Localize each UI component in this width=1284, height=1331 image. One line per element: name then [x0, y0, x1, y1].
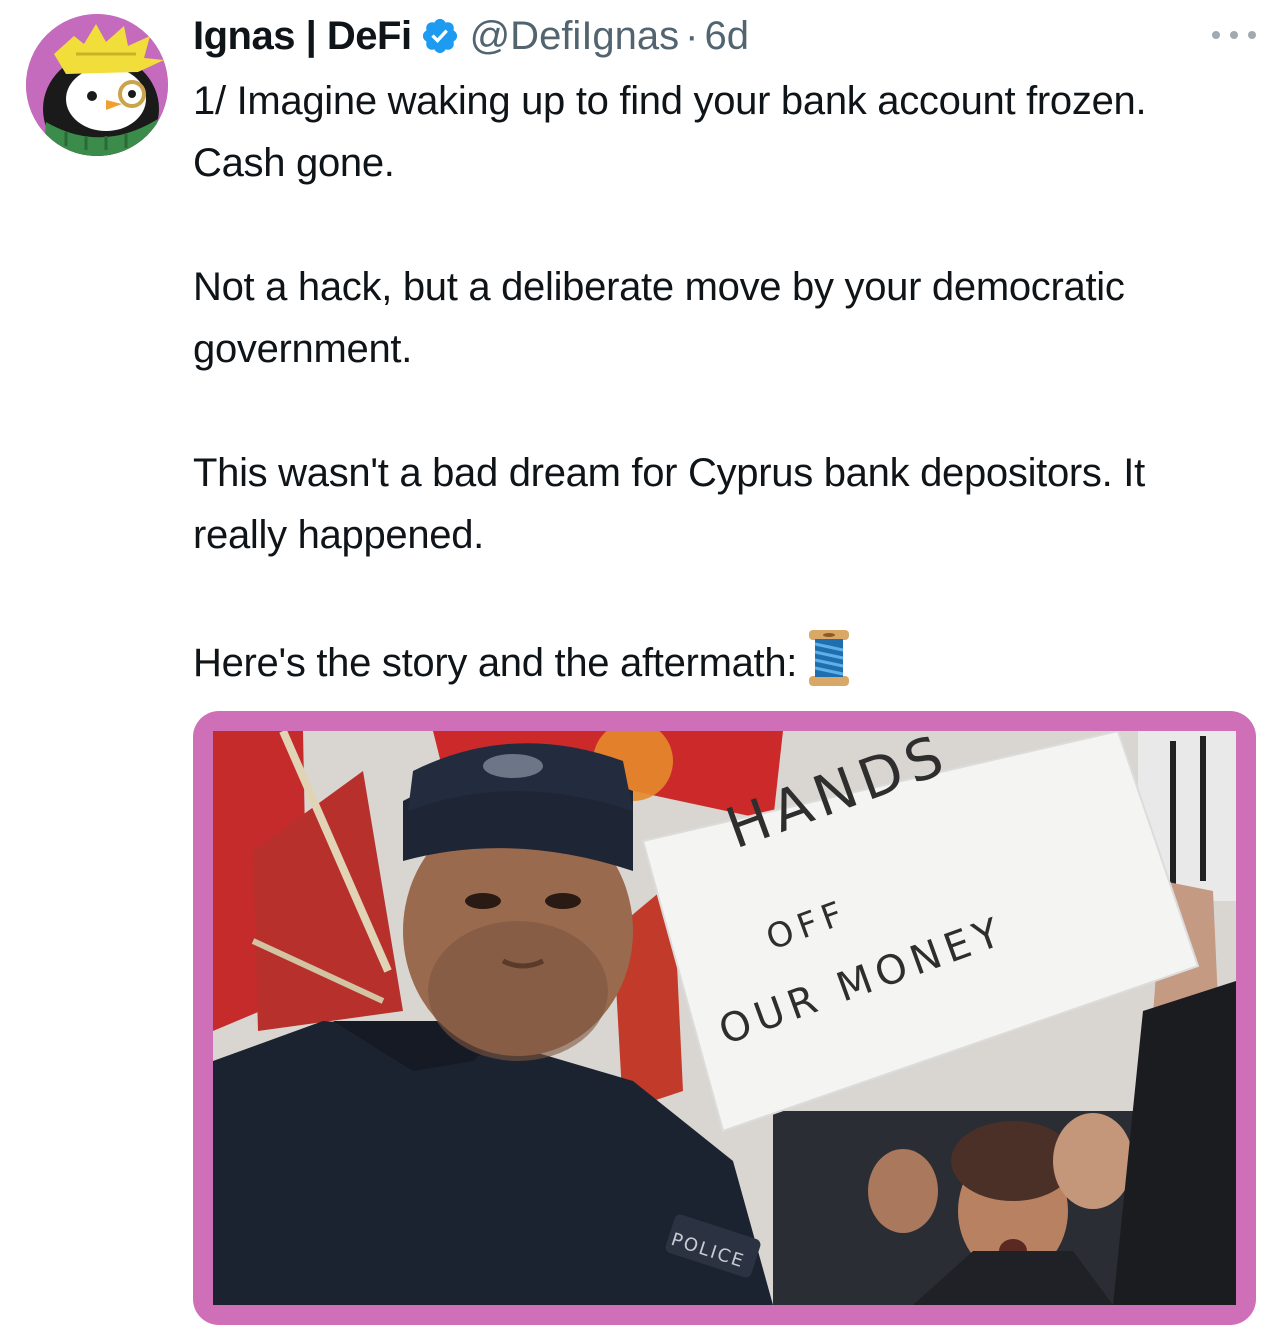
tweet-paragraph: This wasn't a bad dream for Cyprus bank … — [193, 451, 1145, 557]
tweet-paragraph: 1/ Imagine waking up to find your bank a… — [193, 79, 1147, 185]
verified-badge-icon — [420, 16, 460, 56]
protest-photo: HANDS OFF OUR MONEY POLICE — [213, 731, 1236, 1305]
author-handle[interactable]: @DefiIgnas — [470, 14, 680, 59]
author-display-name[interactable]: Ignas | DeFi — [193, 14, 412, 59]
tweet-body: 1/ Imagine waking up to find your bank a… — [193, 70, 1233, 694]
tweet-paragraph-last: Here's the story and the aftermath: — [193, 628, 1233, 694]
author-avatar[interactable] — [26, 14, 168, 156]
separator-dot: · — [685, 13, 699, 58]
penguin-avatar-icon — [26, 14, 168, 156]
spool-of-thread-icon — [807, 628, 851, 688]
tweet-header: Ignas | DeFi @DefiIgnas · 6d — [193, 10, 749, 62]
tweet-paragraph-text: Here's the story and the aftermath: — [193, 641, 798, 685]
tweet-paragraph: Not a hack, but a deliberate move by you… — [193, 265, 1125, 371]
tweet-media-image[interactable]: HANDS OFF OUR MONEY POLICE — [193, 711, 1256, 1325]
tweet-timestamp[interactable]: 6d — [705, 14, 750, 59]
more-dots-icon[interactable] — [1212, 20, 1256, 50]
